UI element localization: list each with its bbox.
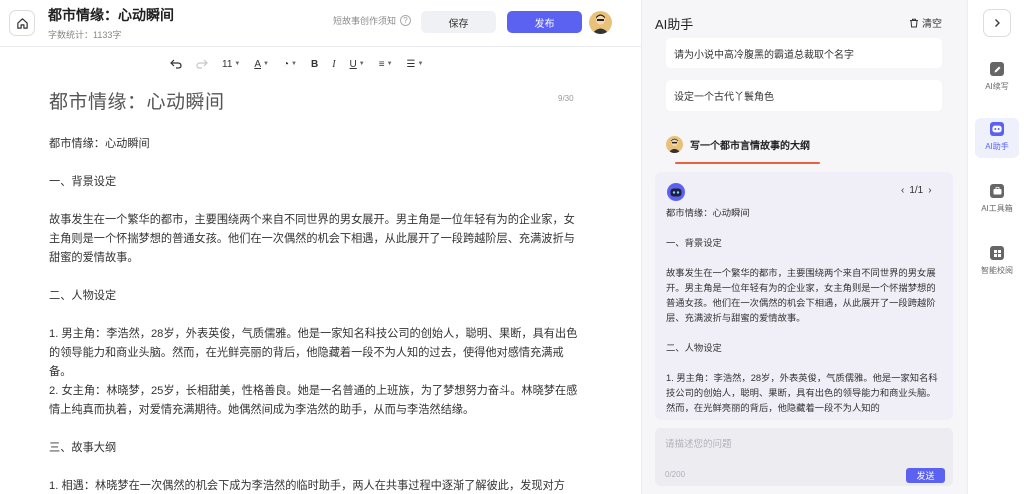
- editor-area[interactable]: 11 ▼ A ▼ ◔ ▼ B I U ▼ ≡ ▼ ☰ ▼ 都市情缘：心动瞬间 9/30 都市…: [0, 46, 641, 494]
- answer-paragraph: 故事发生在一个繁华的都市，主要围绕两个来自不同世界的男女展开。男主角是一位年轻有…: [666, 268, 936, 323]
- collapse-button[interactable]: [983, 9, 1011, 37]
- align-icon: ≡: [378, 58, 385, 70]
- undo-icon: [170, 59, 182, 69]
- top-header: 都市情缘：心动瞬间 字数统计：1133字 短故事创作须知 ? 保存 发布: [0, 0, 641, 46]
- proofread-icon: [990, 246, 1004, 260]
- panel-title: AI助手: [655, 17, 694, 32]
- document-title: 都市情缘：心动瞬间: [48, 7, 174, 23]
- list-button[interactable]: ☰ ▼: [407, 55, 424, 73]
- toolbox-icon: [990, 184, 1004, 198]
- chevron-down-icon: ▼: [358, 61, 365, 67]
- italic-icon: I: [332, 58, 336, 70]
- align-button[interactable]: ≡ ▼: [379, 55, 393, 73]
- guide-text: 短故事创作须知: [333, 16, 397, 26]
- bot-icon: [990, 122, 1004, 136]
- underline-icon: U: [349, 58, 357, 70]
- chevron-down-icon: ▼: [234, 61, 241, 67]
- clear-button[interactable]: 清空: [909, 15, 942, 30]
- avatar[interactable]: [589, 11, 612, 34]
- question-text: 写一个都市言情故事的大纲: [690, 141, 810, 152]
- undo-button[interactable]: [170, 55, 182, 73]
- list-icon: ☰: [406, 58, 416, 70]
- sidebar-item-label: 智能校阅: [981, 266, 1013, 275]
- chevron-right-icon: [995, 19, 1000, 27]
- chevron-down-icon: ▼: [386, 61, 393, 67]
- font-color-icon: A: [254, 58, 262, 70]
- underline-button[interactable]: U ▼: [350, 55, 365, 73]
- sidebar-item-ai-assistant[interactable]: AI助手: [975, 118, 1019, 158]
- section-heading: 一、背景设定: [49, 176, 117, 188]
- sidebar-item-label: AI工具箱: [981, 204, 1013, 213]
- sidebar-item-label: AI续写: [985, 82, 1009, 91]
- format-toolbar: 11 ▼ A ▼ ◔ ▼ B I U ▼ ≡ ▼ ☰ ▼: [170, 55, 437, 73]
- chevron-down-icon: ▼: [417, 61, 424, 67]
- answer-pager: ‹ 1/1 ›: [901, 185, 932, 196]
- ai-answer-card: ‹ 1/1 › 都市情缘：心动瞬间 一、背景设定 故事发生在一个繁华的都市，主要…: [655, 172, 953, 420]
- sidebar-item-ai-toolbox[interactable]: AI工具箱: [975, 180, 1019, 220]
- save-button[interactable]: 保存: [421, 11, 496, 33]
- bold-button[interactable]: B: [311, 55, 318, 73]
- chevron-right-icon[interactable]: ›: [928, 185, 931, 196]
- question-input[interactable]: [665, 436, 935, 456]
- answer-paragraph: 一、背景设定: [666, 238, 722, 248]
- avatar: [666, 136, 683, 153]
- font-size-value: 11: [222, 58, 233, 70]
- trash-icon: [910, 18, 918, 27]
- help-icon: ?: [400, 15, 412, 26]
- answer-paragraph: 1. 男主角：李浩然，28岁，外表英俊，气质儒雅。他是一家知名科技公司的创始人，…: [666, 373, 938, 413]
- send-button[interactable]: 发送: [906, 468, 945, 483]
- home-icon: [16, 17, 28, 29]
- guide-link[interactable]: 短故事创作须知 ?: [333, 14, 412, 27]
- word-count-value: 1133字: [93, 30, 122, 40]
- paragraph: 都市情缘：心动瞬间: [49, 138, 150, 150]
- user-question: 写一个都市言情故事的大纲: [666, 136, 810, 153]
- bot-icon: [667, 183, 685, 201]
- redo-button[interactable]: [196, 55, 208, 73]
- avatar-icon: [668, 138, 681, 153]
- suggestion-item[interactable]: 请为小说中高冷腹黑的霸道总裁取个名字: [666, 38, 942, 68]
- font-color-button[interactable]: A ▼: [254, 55, 269, 73]
- publish-button[interactable]: 发布: [507, 11, 582, 33]
- answer-paragraph: 都市情缘：心动瞬间: [666, 208, 750, 218]
- paragraph: 1. 男主角：李浩然，28岁，外表英俊，气质儒雅。他是一家知名科技公司的创始人，…: [49, 328, 578, 378]
- pen-icon: [990, 62, 1004, 76]
- section-heading: 三、故事大纲: [49, 442, 117, 454]
- paragraph: 1. 相遇：林晓梦在一次偶然的机会下成为李浩然的临时助手，两人在共事过程中逐渐了…: [49, 480, 565, 492]
- app-root: 都市情缘：心动瞬间 字数统计：1133字 短故事创作须知 ? 保存 发布 11 ▼…: [0, 0, 1024, 494]
- right-sidebar: AI续写 AI助手 AI工具箱 智能校阅: [967, 0, 1024, 494]
- word-count-label: 字数统计：: [48, 30, 94, 40]
- pager-value: 1/1: [909, 185, 924, 196]
- sidebar-item-ai-continue[interactable]: AI续写: [975, 58, 1019, 98]
- sidebar-item-proofread[interactable]: 智能校阅: [975, 242, 1019, 282]
- highlight-icon: ◔: [282, 58, 290, 70]
- chevron-down-icon: ▼: [263, 61, 269, 67]
- chevron-left-icon[interactable]: ‹: [901, 185, 904, 196]
- char-count: 0/200: [665, 470, 686, 479]
- question-underline: [675, 162, 820, 164]
- chevron-down-icon: ▼: [291, 61, 297, 67]
- bold-icon: B: [310, 58, 319, 70]
- clear-label: 清空: [922, 19, 942, 30]
- editor-content[interactable]: 都市情缘：心动瞬间 一、背景设定 故事发生在一个繁华的都市，主要围绕两个来自不同…: [49, 135, 581, 494]
- question-input-box: 0/200 发送: [655, 428, 953, 486]
- italic-button[interactable]: I: [332, 55, 335, 73]
- paragraph: 故事发生在一个繁华的都市，主要围绕两个来自不同世界的男女展开。男主角是一位年轻有…: [49, 214, 575, 264]
- paragraph: 2. 女主角：林晓梦，25岁，长相甜美，性格善良。她是一名普通的上班族，为了梦想…: [49, 385, 578, 416]
- answer-text: 都市情缘：心动瞬间 一、背景设定 故事发生在一个繁华的都市，主要围绕两个来自不同…: [666, 206, 944, 416]
- chapter-title[interactable]: 都市情缘：心动瞬间: [49, 87, 225, 114]
- answer-paragraph: 二、人物设定: [666, 343, 722, 353]
- home-button[interactable]: [9, 10, 35, 36]
- highlight-button[interactable]: ◔ ▼: [283, 55, 297, 73]
- title-char-count: 9/30: [558, 94, 574, 103]
- avatar-icon: [592, 14, 609, 34]
- ai-assistant-panel: AI助手 清空 请为小说中高冷腹黑的霸道总裁取个名字 设定一个古代丫鬟角色 写一…: [641, 0, 967, 494]
- redo-icon: [196, 59, 208, 69]
- suggestion-item[interactable]: 设定一个古代丫鬟角色: [666, 80, 942, 111]
- font-size-select[interactable]: 11 ▼: [222, 55, 240, 73]
- section-heading: 二、人物设定: [49, 290, 117, 302]
- sidebar-item-label: AI助手: [985, 142, 1009, 151]
- word-count: 字数统计：1133字: [48, 28, 121, 41]
